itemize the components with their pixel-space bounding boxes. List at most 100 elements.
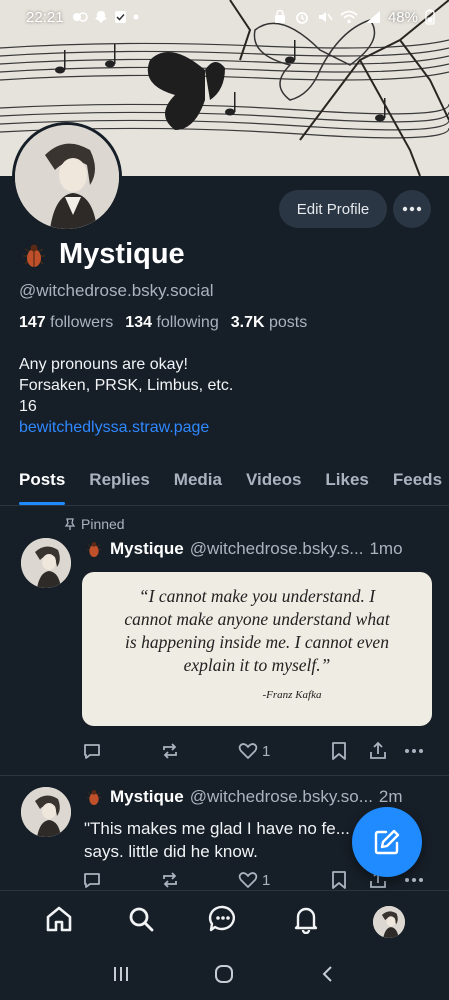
profile-more-button[interactable] [393, 190, 431, 228]
search-icon [129, 907, 154, 932]
beetle-icon [86, 790, 102, 805]
post-header: Mystique @witchedrose.bsky.so... 2m [84, 787, 434, 807]
post-image[interactable]: “I cannot make you understand. I cannot … [82, 572, 432, 726]
bell-icon [294, 907, 317, 935]
post-timestamp[interactable]: 1mo [369, 539, 402, 559]
profile-avatar[interactable] [12, 122, 122, 232]
bookmark-button[interactable] [330, 741, 348, 761]
profile-handle: @witchedrose.bsky.social [19, 281, 214, 300]
pinned-label: Pinned [81, 516, 125, 532]
like-button[interactable]: 1 [238, 870, 270, 889]
post-author-name[interactable]: Mystique [110, 787, 184, 807]
reply-icon [84, 744, 100, 759]
reply-button[interactable] [82, 741, 102, 761]
avatar-artwork [372, 905, 405, 938]
system-status-icons: 48% [273, 9, 435, 26]
followers-stat[interactable]: 147 followers [19, 314, 113, 332]
posts-count: 3.7K [230, 314, 265, 331]
following-label: following [156, 314, 219, 331]
lock-status-icon [274, 10, 285, 23]
posts-stat: 3.7K posts [231, 314, 308, 332]
pin-icon [64, 517, 76, 530]
beetle-icon [86, 542, 102, 557]
home-circle-icon [215, 964, 234, 983]
followers-label: followers [50, 314, 114, 331]
post-timestamp[interactable]: 2m [379, 787, 403, 807]
back-button[interactable] [318, 964, 338, 989]
profile-stats: 147 followers 134 following 3.7K posts [19, 314, 307, 332]
post-actions: 1 [82, 738, 432, 764]
edit-profile-button[interactable]: Edit Profile [279, 190, 387, 228]
battery-icon [425, 9, 435, 25]
like-button[interactable]: 1 [238, 741, 270, 761]
bookmark-icon [332, 742, 346, 760]
profile-tabs: Posts Replies Media Videos Likes Feeds [0, 458, 449, 506]
status-bar: 22:21 48% [0, 0, 449, 34]
post-author-handle[interactable]: @witchedrose.bsky.so... [190, 787, 373, 807]
nav-chat[interactable] [208, 904, 238, 939]
followers-count: 147 [19, 314, 46, 331]
notification-status-icon [72, 12, 88, 22]
recent-apps-icon [114, 966, 129, 981]
nav-notifications[interactable] [291, 904, 321, 939]
bottom-navigation [0, 890, 449, 952]
beetle-icon [23, 244, 45, 267]
snapchat-icon [94, 11, 107, 23]
post-author-handle[interactable]: @witchedrose.bsky.s... [190, 539, 364, 559]
dot-icon [133, 14, 139, 20]
home-system-button[interactable] [213, 963, 235, 990]
post-author-avatar[interactable] [21, 538, 71, 588]
following-stat[interactable]: 134 following [125, 314, 218, 332]
compose-button[interactable] [352, 807, 422, 877]
nav-home[interactable] [44, 904, 74, 939]
tab-posts[interactable]: Posts [19, 458, 66, 505]
reply-button[interactable] [82, 870, 102, 889]
profile-display-name: Mystique [59, 238, 185, 270]
avatar-artwork [21, 787, 71, 837]
tab-replies[interactable]: Replies [89, 458, 149, 505]
profile-bio: Any pronouns are okay! Forsaken, PRSK, L… [19, 354, 233, 438]
pinned-indicator: Pinned [64, 516, 125, 532]
repost-button[interactable] [160, 741, 180, 761]
signal-icon [365, 11, 380, 23]
post-more-button[interactable] [404, 748, 424, 754]
compose-icon [374, 829, 400, 855]
bookmark-icon [332, 871, 346, 889]
quote-line: is happening inside me. I cannot even [125, 632, 389, 652]
recent-apps-button[interactable] [111, 964, 131, 989]
repost-icon [163, 743, 177, 759]
battery-level: 48% [387, 8, 418, 26]
nav-profile-avatar[interactable] [372, 905, 405, 938]
clipboard-icon [114, 11, 126, 23]
post-author-avatar[interactable] [21, 787, 71, 837]
more-icon [405, 749, 423, 753]
share-icon [370, 741, 386, 759]
nav-search[interactable] [126, 904, 156, 939]
post-author-name[interactable]: Mystique [110, 539, 184, 559]
chat-icon [209, 905, 236, 932]
tab-media[interactable]: Media [174, 458, 222, 505]
notification-icons [72, 10, 139, 24]
bookmark-button[interactable] [330, 870, 348, 889]
home-icon [46, 906, 72, 932]
heart-icon [238, 872, 258, 888]
feed-post[interactable]: Pinned Mystique @witchedrose.bsky.s... 1… [0, 508, 449, 776]
share-button[interactable] [368, 741, 388, 761]
posts-label: posts [268, 314, 308, 331]
profile-link[interactable]: bewitchedlyssa.straw.page [19, 417, 233, 438]
repost-icon [163, 872, 177, 888]
quote-line: cannot make anyone understand what [124, 609, 390, 629]
bio-line: Forsaken, PRSK, Limbus, etc. [19, 377, 234, 394]
mute-icon [318, 12, 333, 22]
more-icon [402, 206, 422, 212]
tab-likes[interactable]: Likes [325, 458, 368, 505]
wifi-icon [340, 10, 358, 24]
bio-line: 16 [19, 398, 37, 415]
repost-button[interactable] [160, 870, 180, 889]
like-count: 1 [262, 742, 271, 760]
post-header: Mystique @witchedrose.bsky.s... 1mo [84, 539, 434, 559]
tab-feeds[interactable]: Feeds [393, 458, 442, 505]
status-time: 22:21 [26, 8, 64, 26]
tab-videos[interactable]: Videos [246, 458, 301, 505]
post-more-button[interactable] [404, 877, 424, 883]
